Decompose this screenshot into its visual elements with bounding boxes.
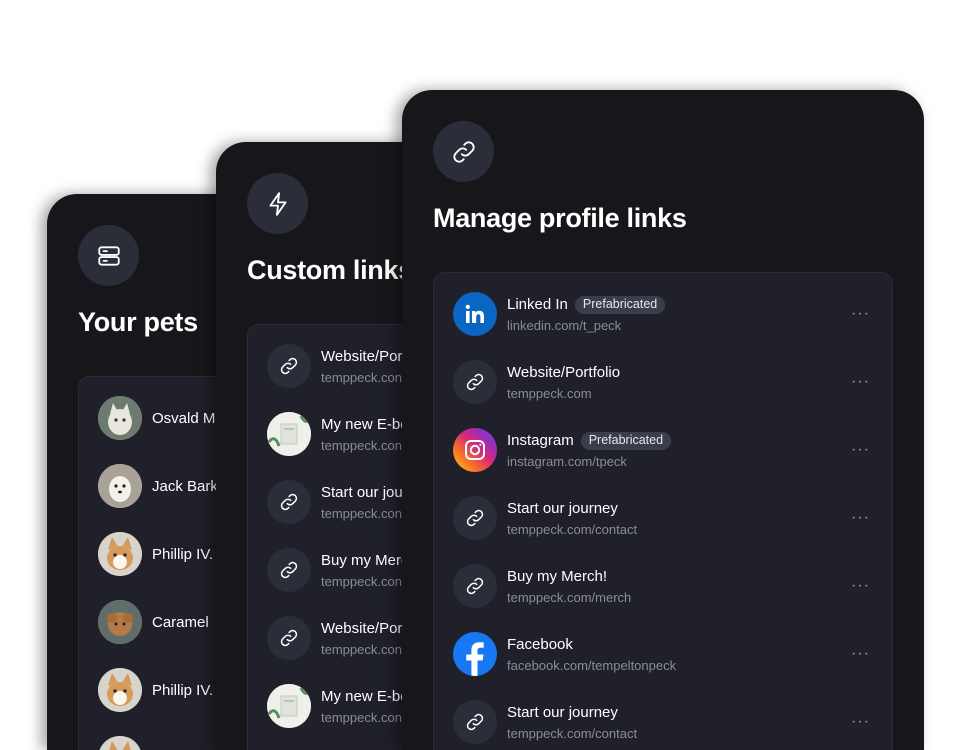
corgi-photo <box>98 736 142 750</box>
link-url: temppeck.con <box>321 369 402 385</box>
link-icon <box>453 360 497 404</box>
corgi-photo <box>98 532 142 576</box>
link-title: Linked In <box>507 295 568 313</box>
link-icon <box>453 564 497 608</box>
custom-links-title: Custom links <box>247 255 413 285</box>
link-title: Website/Portfolio <box>507 363 621 381</box>
prefabricated-badge: Prefabricated <box>574 295 666 314</box>
profile-link-row[interactable]: Instagram Prefabricated instagram.com/tpe… <box>453 428 892 472</box>
link-url: linkedin.com/t_peck <box>507 317 622 333</box>
more-options-icon[interactable]: ··· <box>851 712 870 732</box>
link-url: temppeck.con <box>321 573 402 589</box>
link-icon <box>433 121 494 182</box>
link-icon <box>267 344 311 388</box>
link-title: Start our jou <box>321 483 403 501</box>
profile-link-row[interactable]: Start our journey temppeck.com/contact ·… <box>453 700 892 744</box>
prefabricated-badge: Prefabricated <box>580 431 672 450</box>
link-url: facebook.com/tempeltonpeck <box>507 657 677 673</box>
link-url: temppeck.com/contact <box>507 521 638 537</box>
link-url: temppeck.con <box>321 437 402 453</box>
poodle-photo <box>98 600 142 644</box>
pets-title: Your pets <box>78 307 198 337</box>
pet-name: Jack Bark <box>152 477 218 495</box>
facebook-icon <box>453 632 497 676</box>
profile-link-row[interactable]: Buy my Merch! temppeck.com/merch ··· <box>453 564 892 608</box>
link-icon <box>453 496 497 540</box>
more-options-icon[interactable]: ··· <box>851 440 870 460</box>
pet-name: Phillip IV. <box>152 681 214 699</box>
link-icon <box>267 616 311 660</box>
link-title: My new E-bo <box>321 415 409 433</box>
more-options-icon[interactable]: ··· <box>851 304 870 324</box>
manage-links-title: Manage profile links <box>433 203 687 233</box>
pet-name: Caramel <box>152 613 209 631</box>
profile-link-row[interactable]: Website/Portfolio temppeck.com ··· <box>453 360 892 404</box>
linkedin-icon <box>453 292 497 336</box>
link-title: Start our journey <box>507 499 618 517</box>
pet-name: Phillip IV. <box>152 545 214 563</box>
link-icon <box>267 548 311 592</box>
link-url: temppeck.com <box>507 385 592 401</box>
server-icon <box>78 225 139 286</box>
link-title: Start our journey <box>507 703 618 721</box>
ebook-cover <box>267 684 311 728</box>
ebook-cover <box>267 412 311 456</box>
manage-links-card: Manage profile links Linked In Prefabrica… <box>402 90 924 750</box>
link-title: Instagram <box>507 431 574 449</box>
link-title: Website/Por <box>321 619 403 637</box>
link-title: Website/Por <box>321 347 403 365</box>
link-url: temppeck.con <box>321 709 402 725</box>
more-options-icon[interactable]: ··· <box>851 644 870 664</box>
pet-name: Osvald M <box>152 409 216 427</box>
link-url: temppeck.con <box>321 505 402 521</box>
link-url: temppeck.com/contact <box>507 725 638 741</box>
dog-photo <box>98 464 142 508</box>
link-title: Buy my Merch! <box>507 567 608 585</box>
more-options-icon[interactable]: ··· <box>851 576 870 596</box>
link-icon <box>453 700 497 744</box>
link-title: Facebook <box>507 635 573 653</box>
link-title: My new E-bo <box>321 687 409 705</box>
instagram-icon <box>453 428 497 472</box>
more-options-icon[interactable]: ··· <box>851 372 870 392</box>
link-url: temppeck.con <box>321 641 402 657</box>
cat-photo <box>98 396 142 440</box>
lightning-icon <box>247 173 308 234</box>
more-options-icon[interactable]: ··· <box>851 508 870 528</box>
link-icon <box>267 480 311 524</box>
profile-links-list: Linked In Prefabricated linkedin.com/t_pe… <box>433 272 893 750</box>
profile-link-row[interactable]: Start our journey temppeck.com/contact ·… <box>453 496 892 540</box>
profile-link-row[interactable]: Facebook facebook.com/tempeltonpeck ··· <box>453 632 892 676</box>
link-title: Buy my Merc <box>321 551 409 569</box>
link-url: instagram.com/tpeck <box>507 453 627 469</box>
link-url: temppeck.com/merch <box>507 589 632 605</box>
corgi-photo <box>98 668 142 712</box>
profile-link-row[interactable]: Linked In Prefabricated linkedin.com/t_pe… <box>453 292 892 336</box>
